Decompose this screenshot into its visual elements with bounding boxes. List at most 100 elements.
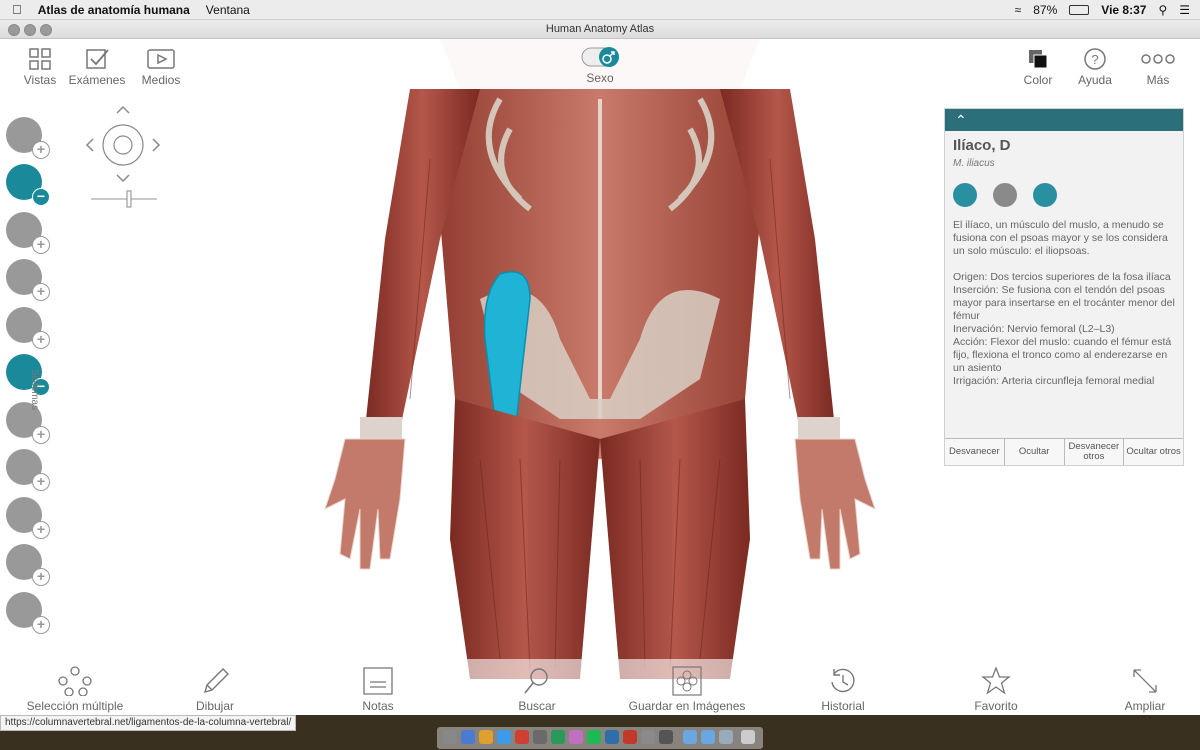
expand-arrows-icon [1133,669,1157,693]
systems-label: Sistemas [29,369,40,411]
save-to-photos-button[interactable]: Guardar en Imágenes [624,666,750,713]
system-skin-button[interactable]: + [6,117,50,159]
spotify-dock-icon[interactable] [587,730,601,744]
system-skeleton-button[interactable]: − [6,164,50,206]
flower-icon [672,666,702,696]
system-nervous-button[interactable]: + [6,212,50,254]
add-icon: + [32,331,50,349]
favorite-button[interactable]: Favorito [968,666,1024,713]
fade-others-button[interactable]: Desvanecer otros [1064,439,1125,465]
itunes-dock-icon[interactable] [569,730,583,744]
rotate-down-icon [116,174,130,183]
folder-dock-icon[interactable] [701,730,715,744]
battery-icon[interactable] [1069,4,1090,15]
app-dock-icon[interactable] [659,730,673,744]
color-button[interactable]: Color [1018,47,1058,87]
exams-button[interactable]: Exámenes [66,47,128,87]
search-button[interactable]: Buscar [514,666,560,713]
multi-select-icon [58,666,92,696]
book-icon[interactable] [953,183,977,207]
preferences-dock-icon[interactable] [641,730,655,744]
puzzle-icon[interactable] [993,183,1017,207]
word-dock-icon[interactable] [605,730,619,744]
rotate-up-icon [116,105,130,114]
app-dock-icon[interactable] [533,730,547,744]
window-menu[interactable]: Ventana [206,3,250,17]
question-icon: ? [1084,48,1106,70]
rotate-left-icon [85,138,94,152]
structure-info-panel: ⌃ Ilíaco, D M. iliacus El ilíaco, un mús… [944,108,1184,466]
minimize-window-button[interactable] [24,24,36,36]
downloads-dock-icon[interactable] [719,730,733,744]
more-button[interactable]: Más [1136,47,1180,87]
color-swatch-icon [1029,50,1048,69]
folder-dock-icon[interactable] [683,730,697,744]
anatomy-app-dock-icon[interactable] [623,730,637,744]
apple-icon[interactable]:  [12,2,22,17]
hide-button[interactable]: Ocultar [1004,439,1065,465]
svg-text:?: ? [1091,52,1098,67]
help-button[interactable]: ? Ayuda [1074,47,1116,87]
system-teeth-button[interactable]: + [6,544,50,586]
rotate-right-icon [152,138,161,152]
wifi-icon[interactable]: ≈ [1015,3,1022,17]
add-icon: + [32,521,50,539]
zoom-slider-thumb [126,190,132,208]
fade-button[interactable]: Desvanecer [945,439,1005,465]
system-cardio-button[interactable]: + [6,259,50,301]
add-icon: + [32,616,50,634]
add-icon: + [32,568,50,586]
magnifier-icon [524,668,548,694]
collapse-panel-button[interactable]: ⌃ [945,109,1183,131]
add-icon: + [32,236,50,254]
multi-select-button[interactable]: Selección múltiple [20,666,130,713]
expand-button[interactable]: Ampliar [1118,666,1172,713]
hide-others-button[interactable]: Ocultar otros [1124,439,1183,465]
launchpad-dock-icon[interactable] [461,730,475,744]
draw-button[interactable]: Dibujar [190,666,240,713]
battery-text[interactable]: 87% [1033,3,1057,17]
male-toggle-icon [581,47,619,67]
structure-title: Ilíaco, D [953,137,1011,154]
finder-dock-icon[interactable] [443,730,457,744]
remove-icon: − [32,188,50,206]
chrome-dock-icon[interactable] [479,730,493,744]
search-icon[interactable]: ⚲ [1158,3,1167,17]
play-icon [147,49,175,69]
notes-button[interactable]: Notas [355,666,401,713]
anatomy-canvas[interactable]: Vistas Exámenes Medios Sexo Color ? Ayud… [0,39,1200,715]
history-button[interactable]: Historial [815,666,871,713]
pencil-icon [203,668,229,694]
views-button[interactable]: Vistas [20,47,60,87]
note-icon [363,667,393,695]
add-icon: + [32,473,50,491]
navigation-control[interactable] [83,101,163,211]
messages-dock-icon[interactable] [551,730,565,744]
system-lymphatic-button[interactable]: + [6,497,50,539]
grid-icon [29,48,51,70]
left-thigh-muscles [600,399,750,679]
safari-dock-icon[interactable] [497,730,511,744]
star-icon [981,666,1011,695]
pin-icon[interactable] [1033,183,1057,207]
list-icon[interactable]: ☰ [1179,3,1190,17]
trash-dock-icon[interactable] [741,730,755,744]
zoom-window-button[interactable] [40,24,52,36]
add-icon: + [32,283,50,301]
clock[interactable]: Vie 8:37 [1101,3,1146,17]
bottom-toolbar: Selección múltiple Dibujar Notas Buscar … [0,660,1200,715]
media-button[interactable]: Medios [138,47,184,87]
app-menu[interactable]: Atlas de anatomía humana [38,3,190,17]
system-reproductive-button[interactable]: + [6,592,50,634]
sex-toggle[interactable]: Sexo [578,45,622,85]
history-clock-icon [831,668,855,693]
mac-menubar:  Atlas de anatomía humana Ventana ≈ 87%… [0,0,1200,20]
latin-name: M. iliacus [953,158,995,169]
chevron-up-icon: ⌃ [955,112,967,128]
checkbox-icon [86,49,109,69]
window-title: Human Anatomy Atlas [545,23,655,35]
calendar-dock-icon[interactable] [515,730,529,744]
system-urinary-button[interactable]: + [6,449,50,491]
close-window-button[interactable] [8,24,20,36]
system-respiratory-button[interactable]: + [6,307,50,349]
